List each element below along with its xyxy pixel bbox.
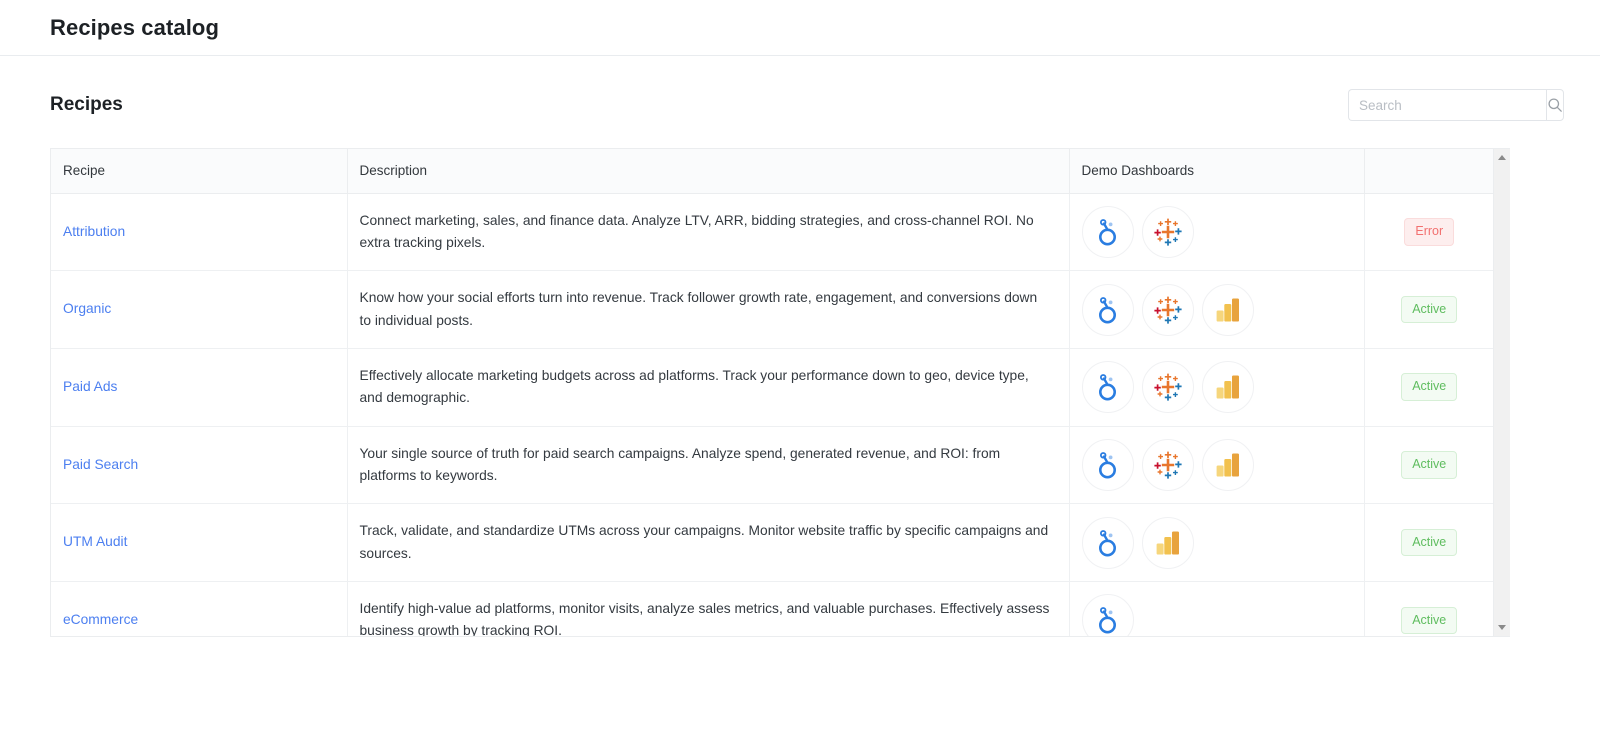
power-bi-icon[interactable] (1202, 361, 1254, 413)
dashboard-icon-list (1082, 517, 1352, 569)
section-header: Recipes (50, 82, 1550, 128)
status-badge: Active (1401, 451, 1457, 479)
status-badge: Error (1404, 218, 1454, 246)
looker-studio-icon[interactable] (1082, 594, 1134, 636)
dashboard-icon-list (1082, 284, 1352, 336)
power-bi-icon[interactable] (1142, 517, 1194, 569)
looker-studio-icon[interactable] (1082, 439, 1134, 491)
cell-status: Active (1364, 426, 1493, 504)
power-bi-icon[interactable] (1202, 439, 1254, 491)
recipe-link[interactable]: Paid Ads (63, 379, 117, 394)
page-header: Recipes catalog (0, 0, 1600, 56)
looker-studio-icon[interactable] (1082, 284, 1134, 336)
table-row: UTM Audit Track, validate, and standardiz… (51, 504, 1493, 582)
tableau-icon[interactable] (1142, 439, 1194, 491)
tableau-icon[interactable] (1142, 361, 1194, 413)
cell-dashboards (1069, 271, 1364, 349)
cell-recipe: Paid Ads (51, 348, 347, 426)
cell-status: Active (1364, 504, 1493, 582)
power-bi-icon[interactable] (1202, 284, 1254, 336)
cell-description: Effectively allocate marketing budgets a… (347, 348, 1069, 426)
tableau-icon[interactable] (1142, 206, 1194, 258)
table-row: Paid Search Your single source of truth f… (51, 426, 1493, 504)
cell-description: Know how your social efforts turn into r… (347, 271, 1069, 349)
cell-recipe: Paid Search (51, 426, 347, 504)
cell-status: Active (1364, 581, 1493, 636)
cell-description: Identify high-value ad platforms, monito… (347, 581, 1069, 636)
cell-dashboards (1069, 348, 1364, 426)
cell-dashboards (1069, 193, 1364, 271)
tableau-icon[interactable] (1142, 284, 1194, 336)
vertical-scrollbar[interactable] (1493, 149, 1510, 636)
status-badge: Active (1401, 529, 1457, 557)
column-header-description[interactable]: Description (347, 149, 1069, 193)
status-badge: Active (1401, 373, 1457, 401)
cell-recipe: Organic (51, 271, 347, 349)
dashboard-icon-list (1082, 206, 1352, 258)
page-title: Recipes catalog (50, 15, 219, 41)
table-row: Organic Know how your social efforts turn… (51, 271, 1493, 349)
cell-description: Your single source of truth for paid sea… (347, 426, 1069, 504)
chevron-down-icon[interactable] (1494, 619, 1511, 636)
recipes-table-container: Recipe Description Demo Dashboards Attri… (50, 148, 1510, 637)
recipe-link[interactable]: eCommerce (63, 612, 138, 627)
table-head: Recipe Description Demo Dashboards (51, 149, 1493, 193)
cell-recipe: UTM Audit (51, 504, 347, 582)
cell-recipe: eCommerce (51, 581, 347, 636)
table-body: Attribution Connect marketing, sales, and… (51, 193, 1493, 636)
status-badge: Active (1401, 296, 1457, 324)
cell-status: Active (1364, 348, 1493, 426)
search-input[interactable] (1348, 89, 1546, 121)
chevron-up-icon[interactable] (1494, 149, 1511, 166)
recipe-link[interactable]: Organic (63, 301, 111, 316)
cell-status: Error (1364, 193, 1493, 271)
cell-status: Active (1364, 271, 1493, 349)
cell-description: Track, validate, and standardize UTMs ac… (347, 504, 1069, 582)
dashboard-icon-list (1082, 361, 1352, 413)
recipes-table: Recipe Description Demo Dashboards Attri… (51, 149, 1493, 636)
cell-dashboards (1069, 504, 1364, 582)
dashboard-icon-list (1082, 439, 1352, 491)
table-header-row: Recipe Description Demo Dashboards (51, 149, 1493, 193)
table-row: eCommerce Identify high-value ad platform… (51, 581, 1493, 636)
recipe-link[interactable]: UTM Audit (63, 534, 127, 549)
column-header-dashboards[interactable]: Demo Dashboards (1069, 149, 1364, 193)
recipe-link[interactable]: Paid Search (63, 457, 138, 472)
search-button[interactable] (1546, 89, 1564, 121)
column-header-status[interactable] (1364, 149, 1493, 193)
cell-dashboards (1069, 426, 1364, 504)
search-group[interactable] (1348, 89, 1550, 121)
page-content: Recipes Recipe Description (0, 56, 1600, 637)
table-row: Paid Ads Effectively allocate marketing b… (51, 348, 1493, 426)
cell-dashboards (1069, 581, 1364, 636)
table-row: Attribution Connect marketing, sales, and… (51, 193, 1493, 271)
search-icon (1547, 97, 1563, 113)
cell-recipe: Attribution (51, 193, 347, 271)
looker-studio-icon[interactable] (1082, 206, 1134, 258)
section-title: Recipes (50, 94, 123, 116)
column-header-recipe[interactable]: Recipe (51, 149, 347, 193)
dashboard-icon-list (1082, 594, 1352, 636)
cell-description: Connect marketing, sales, and finance da… (347, 193, 1069, 271)
looker-studio-icon[interactable] (1082, 517, 1134, 569)
recipes-table-scroll[interactable]: Recipe Description Demo Dashboards Attri… (51, 149, 1493, 636)
looker-studio-icon[interactable] (1082, 361, 1134, 413)
recipe-link[interactable]: Attribution (63, 224, 125, 239)
status-badge: Active (1401, 607, 1457, 635)
